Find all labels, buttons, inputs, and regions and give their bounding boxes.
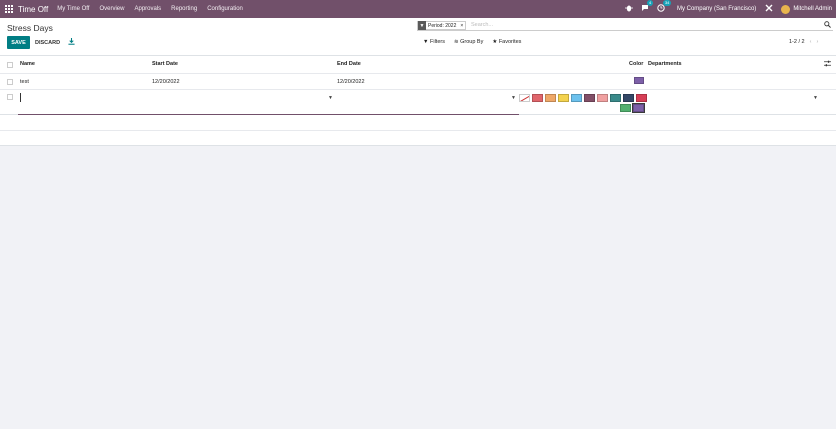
color-swatch-red[interactable] <box>532 94 543 102</box>
editable-row[interactable]: ▼ ▼ ▼ <box>0 90 836 115</box>
app-name[interactable]: Time Off <box>18 5 48 14</box>
menu-reporting[interactable]: Reporting <box>171 6 197 12</box>
activity-badge: 34 <box>662 0 672 6</box>
color-swatch-teal[interactable] <box>610 94 621 102</box>
search-icon[interactable] <box>824 21 831 30</box>
filter-icon: ▼ <box>418 21 426 30</box>
funnel-icon: ▼ <box>423 39 429 45</box>
color-swatch-orange[interactable] <box>545 94 556 102</box>
end-date-dropdown-icon[interactable]: ▼ <box>511 95 516 101</box>
tools-icon[interactable] <box>765 4 773 14</box>
color-swatch-navy[interactable] <box>623 94 634 102</box>
group-by-button[interactable]: ≋ Group By <box>454 39 483 45</box>
optional-columns-icon[interactable] <box>824 60 831 69</box>
group-by-label: Group By <box>460 39 484 45</box>
row-checkbox[interactable] <box>7 94 13 100</box>
save-button[interactable]: SAVE <box>7 36 30 49</box>
pager-prev-icon[interactable]: ‹ <box>810 39 812 45</box>
menu-my-time-off[interactable]: My Time Off <box>57 6 89 12</box>
discard-button[interactable]: DISCARD <box>35 36 60 49</box>
user-menu[interactable]: Mitchell Admin <box>793 6 832 12</box>
row-end-date[interactable]: 12/20/2022 <box>337 79 365 85</box>
facet-remove-icon[interactable]: × <box>458 23 465 29</box>
pager-next-icon[interactable]: › <box>816 39 818 45</box>
favorites-button[interactable]: ★ Favorites <box>492 39 521 45</box>
color-picker <box>519 94 647 102</box>
column-name-header[interactable]: Name <box>20 61 35 67</box>
column-color-header[interactable]: Color <box>629 61 643 67</box>
column-end-date-header[interactable]: End Date <box>337 61 361 67</box>
chat-icon[interactable]: 4 <box>641 0 654 14</box>
avatar[interactable] <box>781 4 791 14</box>
search-bar: ▼ Period: 2022 × Search... <box>417 20 833 31</box>
menu-approvals[interactable]: Approvals <box>134 6 161 12</box>
company-switcher[interactable]: My Company (San Francisco) <box>677 6 756 12</box>
empty-row <box>0 131 836 146</box>
apps-menu-icon[interactable] <box>5 4 14 14</box>
layers-icon: ≋ <box>453 39 459 45</box>
row-checkbox[interactable] <box>7 79 13 85</box>
page-title: Stress Days <box>7 23 53 33</box>
select-all-checkbox[interactable] <box>7 62 13 68</box>
departments-dropdown-icon[interactable]: ▼ <box>813 95 818 101</box>
color-swatch-light-blue[interactable] <box>571 94 582 102</box>
column-start-date-header[interactable]: Start Date <box>152 61 178 67</box>
color-picker-row-2 <box>620 103 645 113</box>
color-swatch-dark-purple[interactable] <box>584 94 595 102</box>
color-swatch-violet[interactable] <box>632 103 645 113</box>
color-swatch-raspberry[interactable] <box>636 94 647 102</box>
column-departments-header[interactable]: Departments <box>648 61 682 67</box>
name-input[interactable] <box>20 93 330 102</box>
color-swatch-salmon[interactable] <box>597 94 608 102</box>
chat-badge: 4 <box>646 0 654 6</box>
filters-label: Filters <box>429 39 445 45</box>
search-options: ▼ Filters ≋ Group By ★ Favorites <box>423 39 521 45</box>
name-field-underline <box>18 114 519 115</box>
systray: 4 34 My Company (San Francisco) Mitchell… <box>624 0 832 18</box>
start-date-dropdown-icon[interactable]: ▼ <box>328 95 333 101</box>
row-color-swatch[interactable] <box>634 77 644 84</box>
color-swatch-green[interactable] <box>620 104 631 112</box>
search-input[interactable]: Search... <box>471 22 493 28</box>
row-start-date[interactable]: 12/20/2022 <box>152 79 180 85</box>
bug-icon[interactable] <box>624 4 633 14</box>
favorites-label: Favorites <box>498 39 522 45</box>
clock-icon[interactable]: 34 <box>657 0 672 14</box>
row-name[interactable]: test <box>20 79 29 85</box>
top-navbar: Time Off My Time Off Overview Approvals … <box>0 0 836 18</box>
pager-value[interactable]: 1-2 / 2 <box>789 39 805 45</box>
color-none-swatch[interactable] <box>519 94 530 102</box>
star-icon: ★ <box>492 39 498 45</box>
download-icon[interactable] <box>68 38 75 47</box>
table-header: Name Start Date End Date Color Departmen… <box>0 55 836 74</box>
color-swatch-yellow[interactable] <box>558 94 569 102</box>
filters-button[interactable]: ▼ Filters <box>423 39 445 45</box>
empty-row <box>0 116 836 131</box>
pager: 1-2 / 2 ‹ › <box>789 39 818 45</box>
menu-overview[interactable]: Overview <box>99 6 124 12</box>
facet-label: Period: 2022 <box>428 22 457 29</box>
table-row[interactable]: test 12/20/2022 12/20/2022 <box>0 74 836 90</box>
menu-configuration[interactable]: Configuration <box>207 6 243 12</box>
search-facet[interactable]: ▼ Period: 2022 × <box>417 21 467 30</box>
